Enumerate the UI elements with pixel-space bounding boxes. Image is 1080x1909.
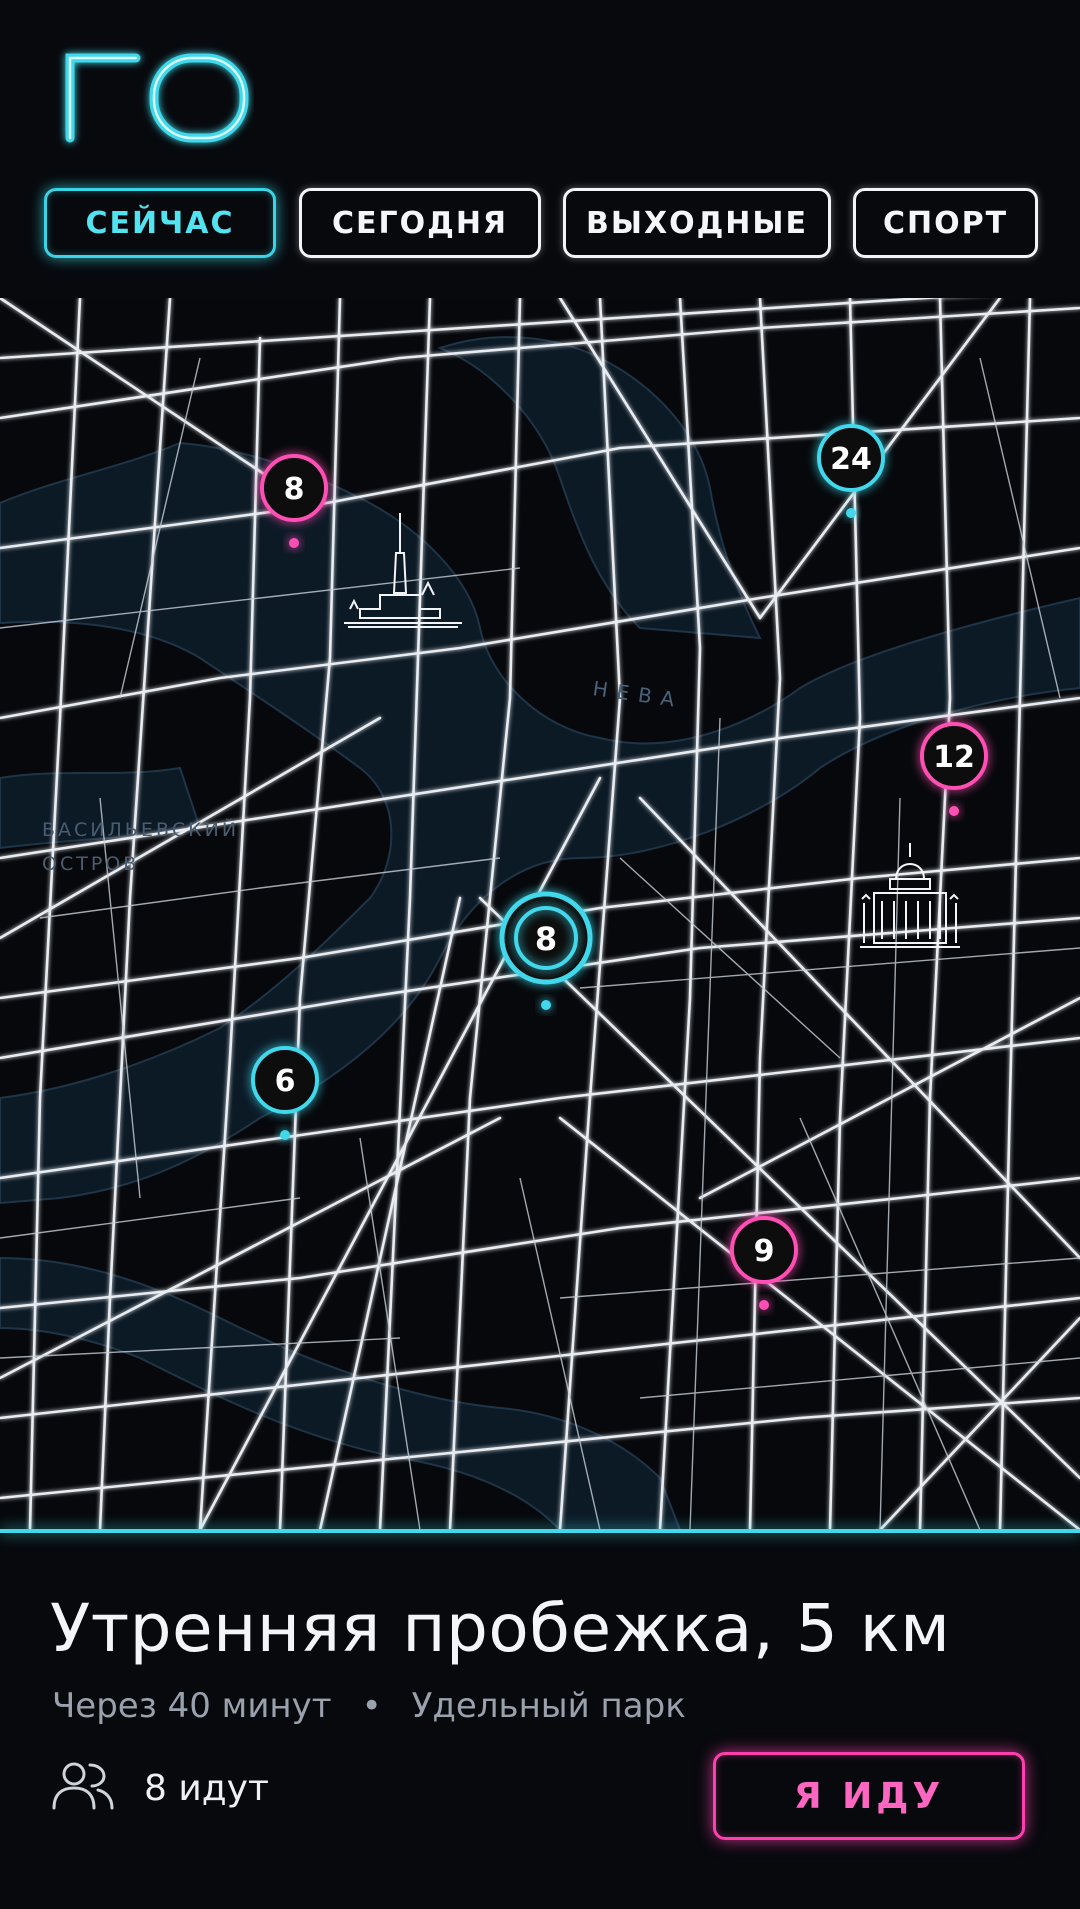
pin-count: 12 bbox=[933, 740, 975, 775]
app-screen: СЕЙЧАС СЕГОДНЯ ВЫХОДНЫЕ СПОРТ НЕВА ВАСИЛ… bbox=[0, 0, 1080, 1909]
attendees-count: 8 идут bbox=[144, 1767, 269, 1809]
pin-count: 9 bbox=[754, 1234, 775, 1269]
app-logo bbox=[44, 40, 254, 150]
event-time: Через 40 минут bbox=[52, 1686, 332, 1726]
join-button[interactable]: Я ИДУ bbox=[713, 1752, 1025, 1840]
filter-tabs: СЕЙЧАС СЕГОДНЯ ВЫХОДНЫЕ СПОРТ bbox=[44, 188, 1038, 262]
meta-separator: • bbox=[361, 1686, 382, 1726]
pin-count: 24 bbox=[830, 442, 872, 477]
people-icon bbox=[52, 1760, 114, 1816]
island-label-line1: ВАСИЛЬЕВСКИЙ bbox=[42, 818, 239, 841]
tab-sport[interactable]: СПОРТ bbox=[853, 188, 1038, 258]
tab-today[interactable]: СЕГОДНЯ bbox=[299, 188, 541, 258]
attendees[interactable]: 8 идут bbox=[52, 1760, 269, 1816]
event-place: Удельный парк bbox=[411, 1686, 686, 1726]
city-map[interactable]: НЕВА ВАСИЛЬЕВСКИЙ ОСТРОВ 8 24 12 8 6 9 bbox=[0, 298, 1080, 1530]
pin-count: 8 bbox=[535, 920, 557, 958]
pin-count: 6 bbox=[275, 1064, 296, 1099]
event-title: Утренняя пробежка, 5 км bbox=[50, 1590, 951, 1667]
pin-count: 8 bbox=[284, 472, 305, 507]
map-divider bbox=[0, 1529, 1080, 1533]
tab-weekend[interactable]: ВЫХОДНЫЕ bbox=[563, 188, 831, 258]
event-meta: Через 40 минут • Удельный парк bbox=[52, 1686, 686, 1726]
tab-now[interactable]: СЕЙЧАС bbox=[44, 188, 276, 258]
island-label-line2: ОСТРОВ bbox=[42, 853, 139, 875]
